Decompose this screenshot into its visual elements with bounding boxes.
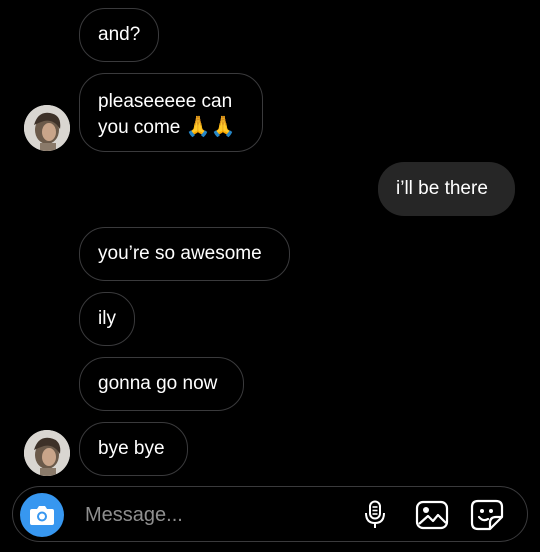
incoming-message[interactable]: and?	[79, 8, 159, 62]
message-text: ily	[98, 308, 116, 329]
praying-hands-emoji: 🙏🙏	[185, 114, 236, 138]
gallery-button[interactable]	[414, 497, 450, 533]
message-text: and?	[98, 24, 141, 45]
incoming-message[interactable]: ily	[79, 292, 135, 346]
message-text: bye bye	[98, 438, 165, 459]
message-text-line-1: pleaseeeee can	[98, 91, 233, 112]
sticker-icon	[470, 499, 504, 531]
microphone-icon	[365, 500, 385, 528]
incoming-message[interactable]: you’re so awesome	[79, 227, 290, 281]
camera-icon	[30, 506, 54, 525]
sticker-button[interactable]	[469, 497, 505, 533]
incoming-message[interactable]: gonna go now	[79, 357, 244, 411]
outgoing-message[interactable]: i’ll be there	[378, 162, 515, 216]
message-text-line-2: you come 🙏🙏	[98, 114, 236, 138]
message-text: i’ll be there	[396, 178, 488, 199]
message-text: you’re so awesome	[98, 243, 262, 264]
message-text: gonna go now	[98, 373, 218, 394]
microphone-button[interactable]	[357, 497, 393, 533]
sender-avatar[interactable]	[24, 430, 70, 476]
sender-avatar[interactable]	[24, 105, 70, 151]
message-thread[interactable]: and? pleaseeeee can you come 🙏🙏 i’ll be …	[0, 0, 540, 480]
incoming-message[interactable]: bye bye	[79, 422, 188, 476]
incoming-message[interactable]: pleaseeeee can you come 🙏🙏	[79, 73, 263, 152]
message-input[interactable]	[85, 500, 345, 530]
message-composer	[12, 486, 528, 542]
avatar-photo	[24, 430, 70, 476]
camera-button[interactable]	[20, 493, 64, 537]
image-gallery-icon	[415, 500, 449, 530]
avatar-photo	[24, 105, 70, 151]
